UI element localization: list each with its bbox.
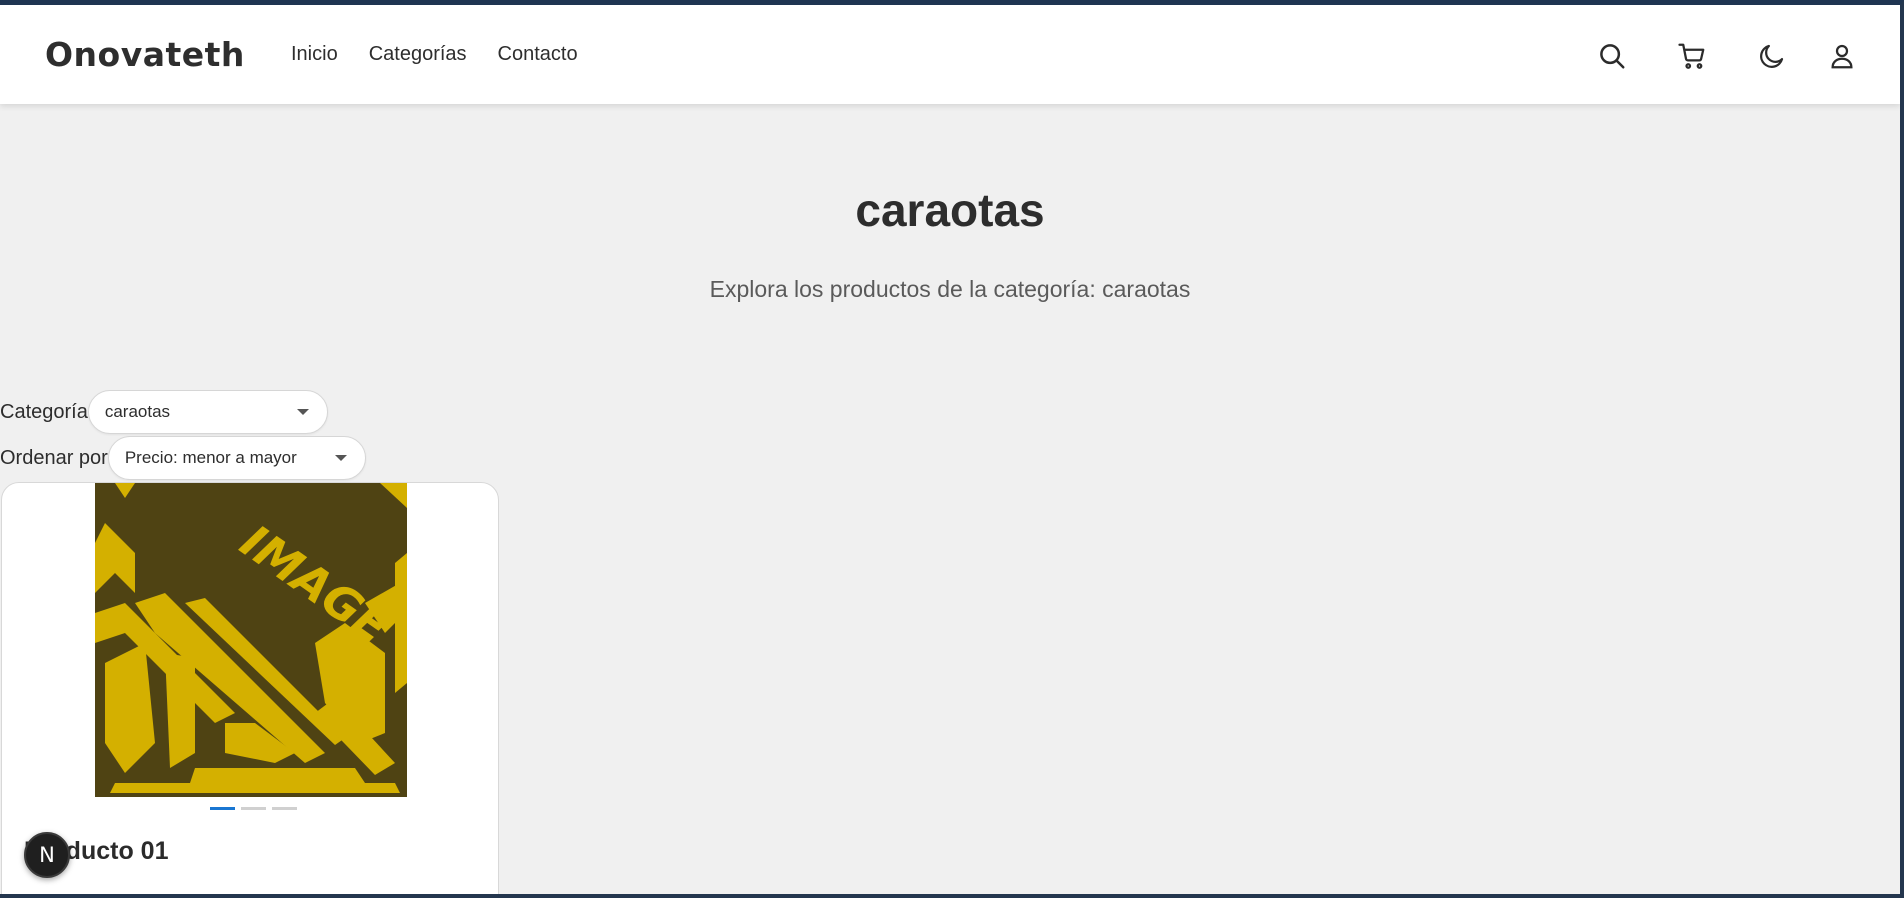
sort-select[interactable]: Precio: menor a mayor	[107, 436, 366, 480]
category-select[interactable]: caraotas	[87, 390, 328, 434]
chevron-down-icon	[334, 455, 347, 461]
nav-item-categorias[interactable]: Categorías	[369, 43, 467, 66]
cart-button[interactable]	[1677, 41, 1707, 71]
badge-letter: N	[39, 843, 55, 867]
chevron-down-icon	[296, 409, 309, 415]
page-subtitle: Explora los productos de la categoría: c…	[709, 276, 1191, 302]
brand-logo[interactable]: Onovateth	[45, 35, 245, 74]
search-icon	[1600, 44, 1625, 69]
category-label: Categoría	[0, 400, 88, 423]
app-window: Onovateth Inicio Categorías Contacto car…	[0, 0, 1904, 898]
site-header: Onovateth Inicio Categorías Contacto	[0, 5, 1900, 104]
cart-icon	[1678, 43, 1705, 69]
theme-toggle-button[interactable]	[1757, 41, 1787, 71]
carousel-dot[interactable]	[272, 807, 297, 810]
sort-filter: Ordenar por Precio: menor a mayor	[0, 436, 366, 480]
page-title: caraotas	[855, 184, 1045, 236]
nav-item-contacto[interactable]: Contacto	[498, 43, 578, 66]
moon-icon	[1760, 44, 1784, 68]
category-select-value: caraotas	[104, 402, 171, 421]
sort-select-value: Precio: menor a mayor	[124, 448, 297, 467]
carousel-indicators	[210, 807, 297, 810]
account-button[interactable]	[1827, 41, 1857, 71]
carousel-dot[interactable]	[241, 807, 266, 810]
product-image[interactable]: IMAGE	[95, 483, 407, 797]
carousel-dot[interactable]	[210, 807, 235, 810]
nav-item-inicio[interactable]: Inicio	[291, 43, 338, 66]
product-card[interactable]: IMAGE Producto 01	[1, 482, 499, 894]
user-icon	[1831, 44, 1853, 69]
dev-tools-badge[interactable]: N	[24, 832, 70, 878]
search-button[interactable]	[1597, 41, 1627, 71]
sort-label: Ordenar por	[0, 446, 108, 469]
category-filter: Categoría caraotas	[0, 390, 328, 434]
main-nav: Inicio Categorías Contacto	[291, 43, 609, 66]
